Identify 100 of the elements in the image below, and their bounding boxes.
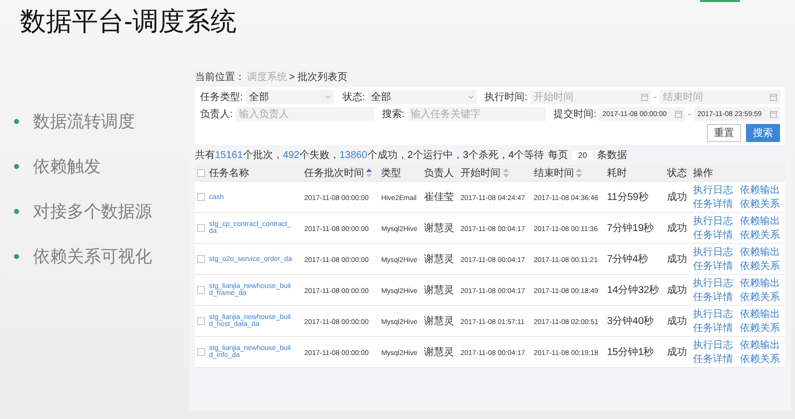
- action-link[interactable]: 依赖输出: [740, 214, 783, 228]
- column-header: 操作: [692, 167, 713, 180]
- calendar-icon: [770, 110, 777, 118]
- column-header: 任务名称: [209, 167, 249, 180]
- duration-cell: 14分钟32秒: [606, 285, 660, 296]
- action-link[interactable]: 任务详情: [692, 259, 736, 273]
- input-field[interactable]: 输入任务关键字: [408, 107, 546, 121]
- action-link[interactable]: 任务详情: [692, 321, 736, 335]
- duration-cell: 7分钟4秒: [606, 254, 648, 265]
- row-checkbox[interactable]: [197, 348, 205, 356]
- filter-label: 负责人:: [200, 108, 233, 121]
- range-separator: -: [654, 92, 657, 102]
- calendar-icon: [675, 110, 682, 118]
- row-checkbox[interactable]: [197, 317, 205, 325]
- action-link[interactable]: 执行日志: [692, 307, 736, 321]
- action-link[interactable]: 依赖关系: [740, 259, 783, 273]
- action-link[interactable]: 依赖输出: [740, 276, 783, 290]
- action-link[interactable]: 执行日志: [692, 183, 736, 197]
- bullet-dot-icon: [14, 254, 19, 259]
- sort-icon[interactable]: [502, 168, 509, 178]
- date-field[interactable]: 开始时间: [530, 90, 650, 104]
- caret-icon: [468, 95, 474, 99]
- action-link[interactable]: 依赖输出: [740, 307, 783, 321]
- action-link[interactable]: 依赖输出: [740, 338, 783, 352]
- reset-button[interactable]: 重置: [707, 124, 741, 142]
- row-checkbox[interactable]: [197, 255, 205, 263]
- row-checkbox[interactable]: [197, 224, 205, 232]
- filter-label: 任务类型:: [200, 90, 243, 104]
- bullet-text: 依赖关系可视化: [33, 246, 152, 268]
- column-header: 耗时: [606, 166, 627, 180]
- page-size-select[interactable]: 20: [572, 150, 593, 160]
- page-size-label: 条数据: [596, 149, 627, 162]
- action-link[interactable]: 依赖关系: [740, 228, 783, 242]
- owner-cell: 谢慧灵: [424, 316, 454, 327]
- column-header: 结束时间: [534, 166, 574, 180]
- range-separator: -: [688, 108, 692, 120]
- owner-cell: 谢慧灵: [424, 223, 454, 234]
- breadcrumb-current: > 批次列表页: [289, 70, 348, 84]
- column-header: 任务批次时间: [304, 166, 364, 180]
- caret-icon: [325, 95, 332, 99]
- owner-cell: 谢慧灵: [424, 254, 454, 265]
- column-header: 负责人: [424, 166, 454, 180]
- breadcrumb-link[interactable]: 调度系统: [247, 70, 287, 84]
- filter-label: 提交时间:: [554, 108, 596, 121]
- bullet-dot-icon: [14, 164, 19, 169]
- search-button[interactable]: 搜索: [746, 124, 780, 142]
- sort-icon[interactable]: [366, 168, 372, 178]
- filter-label: 执行时间:: [484, 90, 528, 104]
- action-link[interactable]: 依赖关系: [740, 352, 783, 366]
- calendar-icon: [770, 93, 777, 101]
- status-cell: 成功: [667, 316, 688, 327]
- date-field[interactable]: 结束时间: [660, 90, 780, 104]
- summary-text: 共有15161个批次，492个失败，13860个成功，2个运行中，3个杀死，4个等待: [195, 148, 544, 162]
- action-link[interactable]: 依赖输出: [740, 183, 783, 197]
- bullet-text: 依赖触发: [33, 156, 101, 178]
- bullet-text: 对接多个数据源: [33, 201, 152, 223]
- action-link[interactable]: 任务详情: [692, 197, 736, 211]
- filter-label: 搜索:: [382, 108, 405, 121]
- bullet-dot-icon: [14, 119, 19, 124]
- select-field[interactable]: 全部: [246, 90, 334, 104]
- action-link[interactable]: 依赖关系: [740, 321, 783, 335]
- filter-label: 状态:: [342, 90, 366, 104]
- action-link[interactable]: 依赖输出: [740, 245, 783, 259]
- action-link[interactable]: 依赖关系: [740, 290, 783, 304]
- duration-cell: 3分钟40秒: [606, 316, 654, 327]
- duration-cell: 7分钟19秒: [606, 223, 654, 234]
- status-cell: 成功: [667, 254, 688, 265]
- status-cell: 成功: [667, 347, 688, 358]
- slide-title: 数据平台-调度系统: [20, 5, 237, 38]
- sort-icon[interactable]: [576, 168, 582, 178]
- calendar-icon: [640, 93, 648, 101]
- select-field[interactable]: 全部: [368, 90, 477, 104]
- breadcrumb-label: 当前位置：: [195, 70, 245, 84]
- duration-cell: 11分59秒: [606, 192, 648, 203]
- status-cell: 成功: [667, 192, 688, 203]
- bullet-dot-icon: [14, 209, 19, 214]
- row-checkbox[interactable]: [197, 286, 205, 294]
- column-header: 开始时间: [460, 166, 501, 180]
- action-link[interactable]: 任务详情: [692, 290, 736, 304]
- action-link[interactable]: 任务详情: [692, 228, 736, 242]
- column-header: 状态: [667, 166, 688, 180]
- select-all-checkbox[interactable]: [197, 169, 205, 177]
- status-cell: 成功: [667, 285, 688, 296]
- action-link[interactable]: 依赖关系: [740, 197, 783, 211]
- action-link[interactable]: 执行日志: [692, 245, 736, 259]
- action-link[interactable]: 执行日志: [692, 338, 736, 352]
- owner-cell: 崔佳莹: [424, 192, 454, 203]
- page-size-label: 每页: [548, 149, 568, 162]
- owner-cell: 谢慧灵: [424, 347, 454, 358]
- row-checkbox[interactable]: [197, 193, 205, 201]
- column-header: 类型: [381, 166, 402, 180]
- action-link[interactable]: 任务详情: [692, 352, 736, 366]
- owner-cell: 谢慧灵: [424, 285, 454, 296]
- accent-bar: [700, 0, 740, 2]
- status-cell: 成功: [667, 223, 688, 234]
- action-link[interactable]: 执行日志: [692, 214, 736, 228]
- duration-cell: 15分钟1秒: [606, 347, 654, 358]
- input-field[interactable]: 输入负责人: [236, 107, 374, 121]
- action-link[interactable]: 执行日志: [692, 276, 736, 290]
- bullet-text: 数据流转调度: [33, 111, 135, 133]
